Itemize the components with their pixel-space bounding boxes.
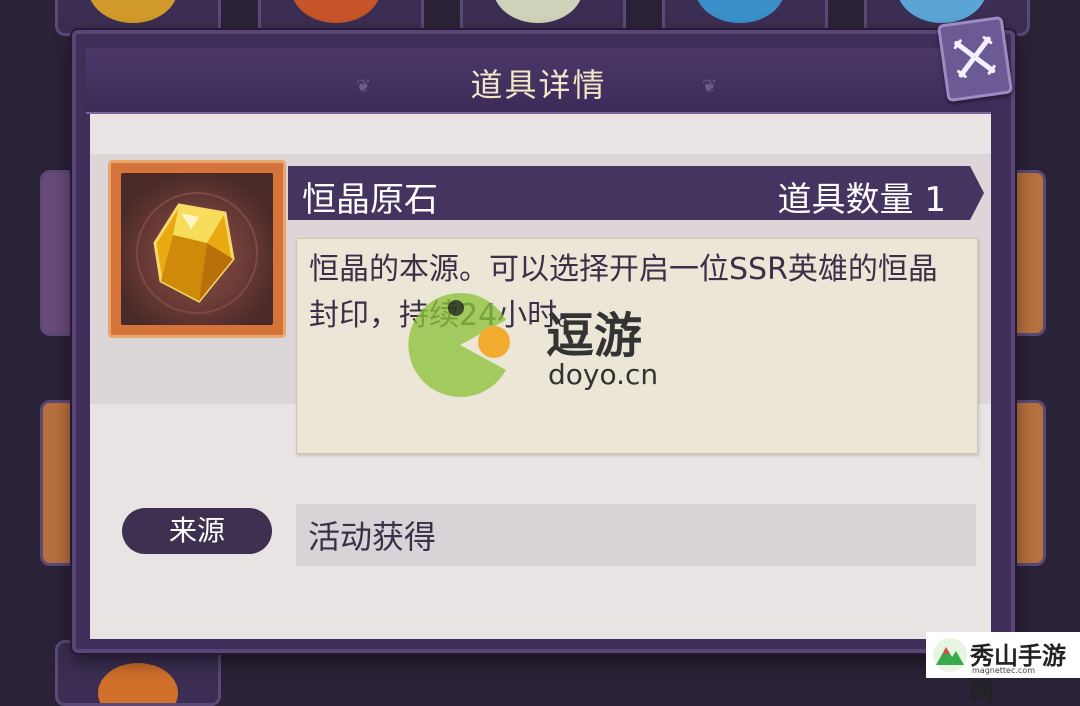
close-button[interactable] [936,15,1014,103]
item-icon-background [121,173,273,325]
source-value: 活动获得 [308,518,437,556]
crossed-blades-close-icon [953,36,996,79]
site-url: magnettec.com [972,666,1035,675]
header-ornament-right: ❦ [702,76,718,97]
doyo-watermark: 逗游 doyo.cn [398,290,708,400]
mountain-logo-icon [933,638,967,672]
dialog-title: 道具详情 [470,66,607,104]
site-watermark: 秀山手游网 magnettec.com [926,632,1080,705]
item-name: 恒晶原石 [302,180,438,220]
watermark-url: doyo.cn [548,358,659,391]
item-icon-frame [108,160,286,338]
item-quantity: 道具数量 1 [777,180,946,220]
item-name-banner: 恒晶原石 道具数量 1 [288,166,984,220]
dialog-header: ❦ 道具详情 ❦ [86,48,991,114]
source-value-box: 活动获得 [296,504,976,566]
pacman-logo-icon [408,293,510,397]
yellow-crystal-icon [136,192,258,314]
watermark-title: 逗游 [546,308,643,364]
source-label: 来源 [122,508,272,554]
